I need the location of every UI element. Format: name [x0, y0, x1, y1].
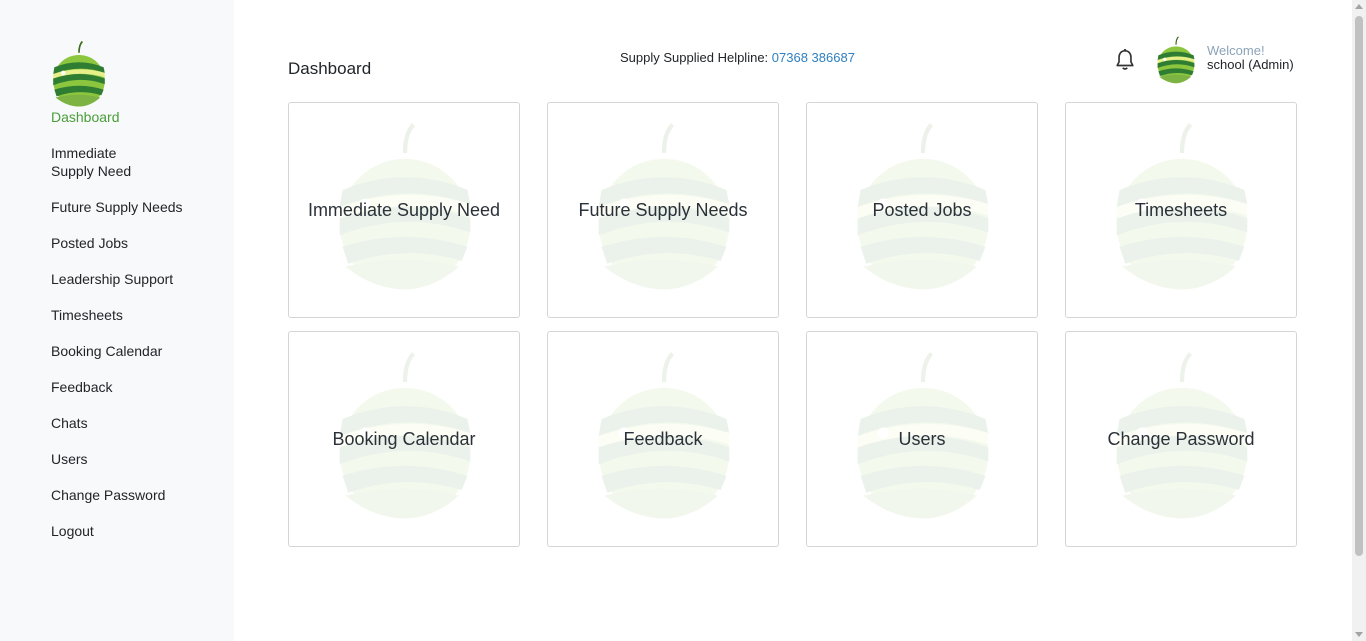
tile-booking-calendar[interactable]: Booking Calendar [288, 331, 520, 547]
sidebar-item-chats[interactable]: Chats [51, 414, 88, 432]
sidebar-item-immediate-supply-need[interactable]: Immediate Supply Need [51, 144, 161, 180]
tile-users[interactable]: Users [806, 331, 1038, 547]
tile-immediate-supply-need[interactable]: Immediate Supply Need [288, 102, 520, 318]
tile-label: Booking Calendar [332, 428, 476, 449]
sidebar: Dashboard Immediate Supply Need Future S… [0, 0, 234, 641]
tile-label: Timesheets [1134, 199, 1228, 220]
tile-posted-jobs[interactable]: Posted Jobs [806, 102, 1038, 318]
tile-label: Posted Jobs [872, 199, 972, 220]
scrollbar-thumb[interactable] [1355, 16, 1363, 556]
sidebar-item-posted-jobs[interactable]: Posted Jobs [51, 234, 128, 252]
scroll-down-arrow-icon[interactable] [1355, 632, 1363, 637]
helpline-label: Supply Supplied Helpline: [620, 50, 769, 65]
sidebar-item-booking-calendar[interactable]: Booking Calendar [51, 342, 162, 360]
tile-timesheets[interactable]: Timesheets [1065, 102, 1297, 318]
apple-logo-icon[interactable] [51, 40, 107, 108]
sidebar-item-logout[interactable]: Logout [51, 522, 94, 540]
tile-label: Users [898, 428, 946, 449]
sidebar-item-users[interactable]: Users [51, 450, 88, 468]
scroll-up-arrow-icon[interactable] [1355, 4, 1363, 9]
main-content: Dashboard Supply Supplied Helpline: 0736… [234, 0, 1352, 641]
sidebar-item-leadership-support[interactable]: Leadership Support [51, 270, 173, 288]
helpline-number-link[interactable]: 07368 386687 [772, 50, 855, 65]
sidebar-item-change-password[interactable]: Change Password [51, 486, 165, 504]
tile-change-password[interactable]: Change Password [1065, 331, 1297, 547]
tile-label: Future Supply Needs [578, 199, 748, 220]
tile-label: Change Password [1107, 428, 1255, 449]
apple-avatar-icon[interactable] [1152, 36, 1200, 84]
sidebar-item-timesheets[interactable]: Timesheets [51, 306, 123, 324]
sidebar-item-future-supply-needs[interactable]: Future Supply Needs [51, 198, 183, 216]
helpline: Supply Supplied Helpline: 07368 386687 [620, 50, 855, 65]
page-title: Dashboard [288, 59, 372, 78]
tile-label: Immediate Supply Need [307, 199, 501, 220]
vertical-scrollbar[interactable] [1352, 0, 1366, 641]
tile-feedback[interactable]: Feedback [547, 331, 779, 547]
tile-label: Feedback [623, 428, 703, 449]
bell-icon[interactable] [1114, 48, 1136, 72]
tile-future-supply-needs[interactable]: Future Supply Needs [547, 102, 779, 318]
sidebar-item-dashboard[interactable]: Dashboard [51, 108, 120, 126]
sidebar-item-feedback[interactable]: Feedback [51, 378, 112, 396]
user-welcome[interactable]: Welcome! school (Admin) [1207, 44, 1294, 72]
welcome-text: Welcome! [1207, 43, 1265, 58]
user-name: school (Admin) [1207, 57, 1294, 72]
